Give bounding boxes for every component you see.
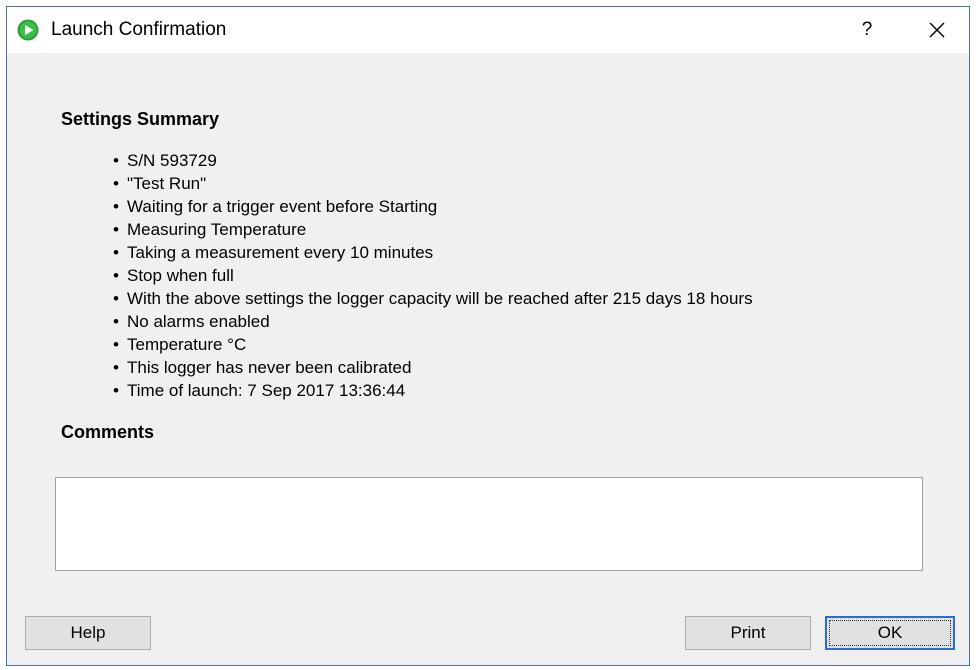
window-title: Launch Confirmation xyxy=(51,19,227,40)
list-item: • With the above settings the logger capa… xyxy=(113,289,753,308)
list-item: • Taking a measurement every 10 minutes xyxy=(113,243,434,262)
list-item-text: Taking a measurement every 10 minutes xyxy=(127,243,434,262)
list-item: • "Test Run" xyxy=(113,174,207,193)
list-item-text: Measuring Temperature xyxy=(127,220,307,239)
list-item: • Stop when full xyxy=(113,266,234,285)
list-item: • No alarms enabled xyxy=(113,312,270,331)
list-item: • Temperature °C xyxy=(113,335,247,354)
list-item: • Waiting for a trigger event before Star… xyxy=(113,197,438,216)
list-item-text: Waiting for a trigger event before Start… xyxy=(127,197,438,216)
close-button[interactable] xyxy=(915,12,959,48)
title-bar: Launch Confirmation ? xyxy=(7,7,969,53)
list-item-text: Time of launch: 7 Sep 2017 13:36:44 xyxy=(127,381,406,400)
list-item-text: S/N 593729 xyxy=(127,151,217,170)
list-item: • S/N 593729 xyxy=(113,151,217,170)
settings-summary-list: • S/N 593729 • "Test Run" • Waiting for a t… xyxy=(113,149,753,402)
list-item-text: "Test Run" xyxy=(127,174,207,193)
print-button[interactable]: Print xyxy=(685,616,811,650)
comments-input[interactable] xyxy=(55,477,923,571)
list-item-text: With the above settings the logger capac… xyxy=(127,289,753,308)
focus-rectangle xyxy=(829,620,951,646)
comments-heading: Comments xyxy=(61,422,155,442)
list-item: • Time of launch: 7 Sep 2017 13:36:44 xyxy=(113,381,406,400)
list-item: • This logger has never been calibrated xyxy=(113,358,412,377)
help-button[interactable]: Help xyxy=(25,616,151,650)
close-icon xyxy=(929,22,945,38)
play-circle-icon xyxy=(17,19,39,41)
list-item-text: This logger has never been calibrated xyxy=(127,358,412,377)
launch-confirmation-dialog: Launch Confirmation ? Settings Summary •… xyxy=(6,6,970,666)
ok-button[interactable]: OK xyxy=(825,616,955,650)
context-help-button[interactable]: ? xyxy=(845,12,889,48)
settings-summary-heading: Settings Summary xyxy=(61,109,220,129)
list-item-text: Temperature °C xyxy=(127,335,247,354)
list-item: • Measuring Temperature xyxy=(113,220,307,239)
list-item-text: Stop when full xyxy=(127,266,234,285)
list-item-text: No alarms enabled xyxy=(127,312,270,331)
